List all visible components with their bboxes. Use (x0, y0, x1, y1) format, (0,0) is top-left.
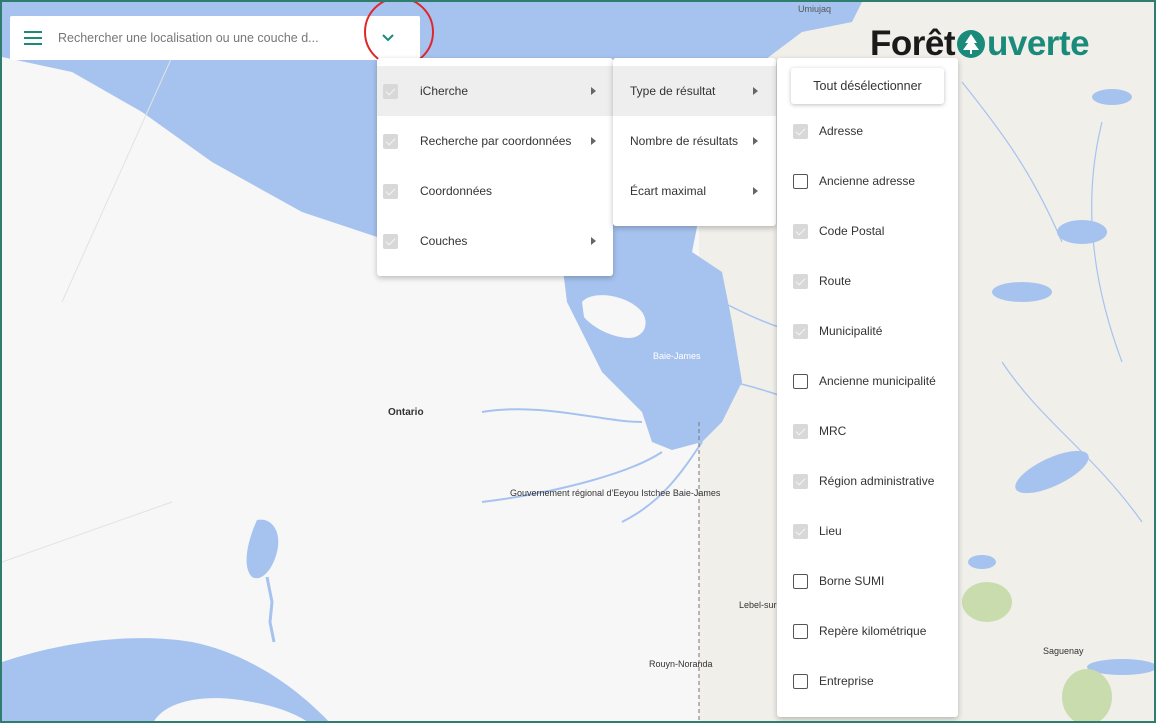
menu-item-recherche-coordonnees[interactable]: Recherche par coordonnées (377, 116, 613, 166)
result-type-label: Borne SUMI (819, 574, 885, 588)
menu-item-nombre-resultats[interactable]: Nombre de résultats (613, 116, 776, 166)
result-type-label: Lieu (819, 524, 842, 538)
result-type-label: Région administrative (819, 474, 935, 488)
result-type-item-route[interactable]: Route (777, 256, 958, 306)
icherche-options-menu: Type de résultat Nombre de résultats Éca… (613, 58, 776, 226)
checkbox[interactable] (793, 473, 808, 489)
checkbox[interactable] (793, 573, 808, 589)
menu-item-label: Nombre de résultats (630, 134, 739, 148)
caret-right-icon (753, 187, 758, 195)
menu-item-label: Type de résultat (630, 84, 716, 98)
checkbox[interactable] (793, 323, 808, 339)
checkbox[interactable] (793, 373, 808, 389)
map-label-ontario: Ontario (388, 407, 424, 418)
hamburger-menu-icon (24, 31, 42, 45)
result-type-item-ancienne-adresse[interactable]: Ancienne adresse (777, 156, 958, 206)
caret-right-icon (753, 87, 758, 95)
icherche-checkbox[interactable] (383, 83, 398, 99)
recherche-coordonnees-checkbox[interactable] (383, 133, 398, 149)
menu-item-label: iCherche (420, 84, 469, 98)
checkbox[interactable] (793, 173, 808, 189)
result-type-item-ancienne-municipalite[interactable]: Ancienne municipalité (777, 356, 958, 406)
result-type-item-code-postal[interactable]: Code Postal (777, 206, 958, 256)
result-type-menu: Tout désélectionner Adresse Ancienne adr… (777, 58, 958, 717)
result-type-item-region-administrative[interactable]: Région administrative (777, 456, 958, 506)
result-type-label: Municipalité (819, 324, 883, 338)
result-type-label: Repère kilométrique (819, 624, 927, 638)
search-input[interactable] (56, 30, 366, 46)
result-type-item-adresse[interactable]: Adresse (777, 106, 958, 156)
menu-item-icherche[interactable]: iCherche (377, 66, 613, 116)
checkbox[interactable] (793, 523, 808, 539)
menu-item-coordonnees[interactable]: Coordonnées (377, 166, 613, 216)
menu-item-type-resultat[interactable]: Type de résultat (613, 66, 776, 116)
menu-item-label: Coordonnées (420, 184, 493, 198)
menu-item-label: Écart maximal (630, 184, 707, 198)
coordonnees-checkbox[interactable] (383, 183, 398, 199)
result-type-item-municipalite[interactable]: Municipalité (777, 306, 958, 356)
app-window: Umiujaq Ontario Baie-James Gouvernement … (0, 0, 1156, 723)
menu-item-label: Couches (420, 234, 468, 248)
checkbox[interactable] (793, 123, 808, 139)
tree-o-logo-icon (957, 30, 985, 58)
checkbox[interactable] (793, 423, 808, 439)
search-bar (10, 16, 420, 60)
result-type-label: MRC (819, 424, 847, 438)
caret-right-icon (753, 137, 758, 145)
result-type-label: Ancienne municipalité (819, 374, 936, 388)
result-type-label: Entreprise (819, 674, 874, 688)
result-type-label: Adresse (819, 124, 864, 138)
search-options-dropdown-button[interactable] (366, 16, 410, 60)
map-label-saguenay: Saguenay (1043, 646, 1084, 656)
checkbox[interactable] (793, 673, 808, 689)
result-type-item-repere-kilometrique[interactable]: Repère kilométrique (777, 606, 958, 656)
menu-item-ecart-maximal[interactable]: Écart maximal (613, 166, 776, 216)
caret-right-icon (591, 87, 596, 95)
search-sources-menu: iCherche Recherche par coordonnées Coord… (377, 58, 613, 276)
result-type-item-entreprise[interactable]: Entreprise (777, 656, 958, 706)
caret-right-icon (591, 137, 596, 145)
map-label-rouyn: Rouyn-Noranda (649, 659, 713, 669)
couches-checkbox[interactable] (383, 233, 398, 249)
result-type-item-borne-sumi[interactable]: Borne SUMI (777, 556, 958, 606)
checkbox[interactable] (793, 223, 808, 239)
result-type-label: Code Postal (819, 224, 885, 238)
menu-button[interactable] (10, 16, 56, 60)
chevron-down-icon (382, 34, 394, 42)
map-label-eeyou: Gouvernement régional d'Eeyou Istchee Ba… (510, 488, 721, 498)
result-type-item-mrc[interactable]: MRC (777, 406, 958, 456)
map-label-lebel: Lebel-sur- (739, 600, 780, 610)
deselect-all-button[interactable]: Tout désélectionner (791, 68, 944, 104)
checkbox[interactable] (793, 623, 808, 639)
result-type-label: Ancienne adresse (819, 174, 916, 188)
map-label-umiujaq: Umiujaq (798, 4, 832, 14)
menu-item-label: Recherche par coordonnées (420, 134, 572, 148)
logo-text-part2: uverte (987, 24, 1090, 63)
map-label-baie-james-water: Baie-James (653, 351, 701, 361)
result-type-label: Route (819, 274, 852, 288)
menu-item-couches[interactable]: Couches (377, 216, 613, 266)
result-type-item-lieu[interactable]: Lieu (777, 506, 958, 556)
caret-right-icon (591, 237, 596, 245)
checkbox[interactable] (793, 273, 808, 289)
